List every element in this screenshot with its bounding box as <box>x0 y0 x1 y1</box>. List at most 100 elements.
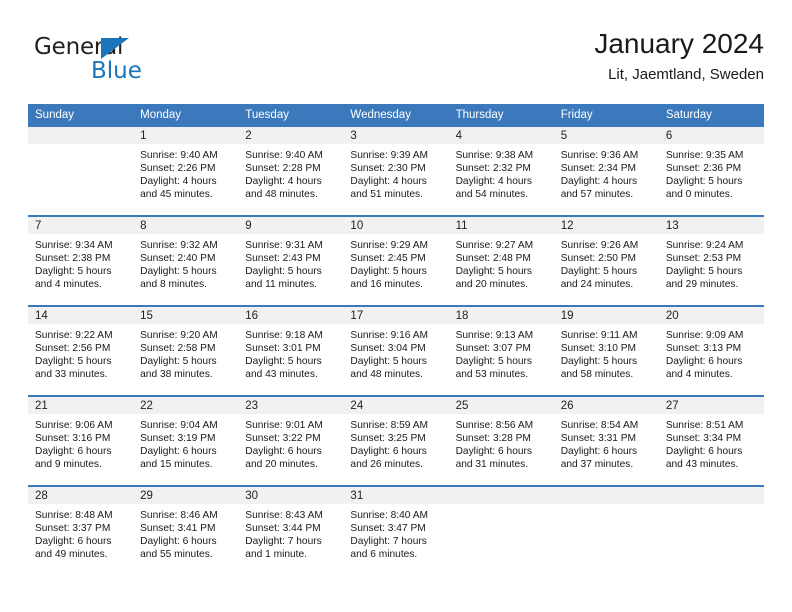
sunrise-text: Sunrise: 9:40 AM <box>245 150 323 161</box>
calendar-day-cell[interactable]: 7 Sunrise: 9:34 AM Sunset: 2:38 PM Daylight… <box>28 215 134 306</box>
day-number: 19 <box>553 307 659 324</box>
calendar-day-cell[interactable]: 28 Sunrise: 8:48 AM Sunset: 3:37 PM Dayligh… <box>28 485 134 575</box>
calendar-day-cell[interactable]: 22 Sunrise: 9:04 AM Sunset: 3:19 PM Dayligh… <box>133 395 239 486</box>
day-number: 25 <box>448 397 554 414</box>
calendar-day-cell[interactable]: 14 Sunrise: 9:22 AM Sunset: 2:56 PM Dayligh… <box>28 305 134 396</box>
daylight-text: Daylight: 5 hours <box>350 266 427 278</box>
daylight-text: Daylight: 6 hours <box>140 536 217 548</box>
calendar-day-cell[interactable] <box>28 127 134 216</box>
day-cell-content: 3 Sunrise: 9:39 AM Sunset: 2:30 PM Daylight… <box>343 127 449 215</box>
daylight-text: Daylight: 6 hours <box>140 446 217 458</box>
day-number: 18 <box>448 307 554 324</box>
calendar-day-cell[interactable]: 10 Sunrise: 9:29 AM Sunset: 2:45 PM Dayligh… <box>343 215 449 306</box>
day-cell-content: 15 Sunrise: 9:20 AM Sunset: 2:58 PM Dayligh… <box>133 307 239 395</box>
calendar-day-cell[interactable]: 8 Sunrise: 9:32 AM Sunset: 2:40 PM Daylight… <box>133 215 239 306</box>
day-details <box>554 504 659 509</box>
day-details: Sunrise: 9:06 AM Sunset: 3:16 PM Daylight:… <box>28 414 133 471</box>
calendar-day-cell[interactable]: 15 Sunrise: 9:20 AM Sunset: 2:58 PM Dayligh… <box>133 305 239 396</box>
daylight-text: and 0 minutes. <box>665 189 733 201</box>
daylight-text: and 49 minutes. <box>35 549 108 561</box>
calendar-day-cell[interactable]: 5 Sunrise: 9:36 AM Sunset: 2:34 PM Daylight… <box>553 127 659 216</box>
calendar-day-cell[interactable]: 18 Sunrise: 9:13 AM Sunset: 3:07 PM Dayligh… <box>448 305 554 396</box>
sunrise-text: Sunrise: 9:39 AM <box>350 150 429 161</box>
calendar-day-cell[interactable]: 19 Sunrise: 9:11 AM Sunset: 3:10 PM Dayligh… <box>553 305 659 396</box>
day-cell-content: 29 Sunrise: 8:46 AM Sunset: 3:41 PM Dayligh… <box>133 487 239 575</box>
sunrise-text: Sunrise: 9:40 AM <box>140 150 218 161</box>
calendar-day-cell[interactable]: 29 Sunrise: 8:46 AM Sunset: 3:41 PM Dayligh… <box>133 485 239 575</box>
day-details: Sunrise: 8:43 AM Sunset: 3:44 PM Daylight:… <box>238 504 343 561</box>
daylight-text: Daylight: 5 hours <box>140 266 217 278</box>
page-header: General Blue January 2024 Lit, Jaemtland… <box>28 26 764 98</box>
calendar-day-cell[interactable]: 1 Sunrise: 9:40 AM Sunset: 2:26 PM Daylight… <box>133 127 239 216</box>
day-details: Sunrise: 8:40 AM Sunset: 3:47 PM Daylight:… <box>343 504 448 561</box>
day-details: Sunrise: 8:59 AM Sunset: 3:25 PM Daylight:… <box>343 414 448 471</box>
day-details: Sunrise: 8:51 AM Sunset: 3:34 PM Daylight:… <box>659 414 764 471</box>
weekday-header-thursday: Thursday <box>448 104 554 127</box>
day-cell-content: 10 Sunrise: 9:29 AM Sunset: 2:45 PM Dayligh… <box>343 217 449 305</box>
day-cell-content: 9 Sunrise: 9:31 AM Sunset: 2:43 PM Daylight… <box>238 217 344 305</box>
calendar-day-cell[interactable]: 2 Sunrise: 9:40 AM Sunset: 2:28 PM Daylight… <box>238 127 344 216</box>
calendar-day-cell[interactable]: 3 Sunrise: 9:39 AM Sunset: 2:30 PM Daylight… <box>343 127 449 216</box>
day-cell-content: 17 Sunrise: 9:16 AM Sunset: 3:04 PM Dayligh… <box>343 307 449 395</box>
daylight-text: Daylight: 6 hours <box>455 446 533 458</box>
daylight-text: Daylight: 5 hours <box>245 266 322 278</box>
day-number: 2 <box>238 127 344 144</box>
calendar-day-cell[interactable]: 21 Sunrise: 9:06 AM Sunset: 3:16 PM Dayligh… <box>28 395 134 486</box>
calendar-day-cell[interactable]: 17 Sunrise: 9:16 AM Sunset: 3:04 PM Dayligh… <box>343 305 449 396</box>
sunset-text: Sunset: 2:43 PM <box>245 253 321 265</box>
day-details: Sunrise: 9:36 AM Sunset: 2:34 PM Daylight:… <box>554 144 659 201</box>
day-number: 1 <box>133 127 239 144</box>
day-number: 21 <box>28 397 134 414</box>
sunset-text: Sunset: 2:38 PM <box>35 253 111 265</box>
day-cell-content: 5 Sunrise: 9:36 AM Sunset: 2:34 PM Daylight… <box>553 127 659 215</box>
calendar-day-cell[interactable] <box>448 485 554 575</box>
calendar-day-cell[interactable]: 12 Sunrise: 9:26 AM Sunset: 2:50 PM Dayligh… <box>553 215 659 306</box>
sunset-text: Sunset: 3:34 PM <box>665 433 742 445</box>
daylight-text: Daylight: 5 hours <box>665 176 743 188</box>
daylight-text: Daylight: 7 hours <box>245 536 322 548</box>
sunrise-text: Sunrise: 9:36 AM <box>560 150 639 161</box>
sunset-text: Sunset: 2:32 PM <box>455 163 531 175</box>
calendar-day-cell[interactable] <box>553 485 659 575</box>
day-details <box>28 144 133 149</box>
calendar-day-cell[interactable]: 31 Sunrise: 8:40 AM Sunset: 3:47 PM Dayligh… <box>343 485 449 575</box>
day-number: 5 <box>553 127 659 144</box>
day-cell-content: 2 Sunrise: 9:40 AM Sunset: 2:28 PM Daylight… <box>238 127 344 215</box>
logo-text-blue: Blue <box>91 58 142 84</box>
calendar-day-cell[interactable]: 4 Sunrise: 9:38 AM Sunset: 2:32 PM Daylight… <box>448 127 554 216</box>
sunset-text: Sunset: 3:22 PM <box>245 433 321 445</box>
day-cell-content: 4 Sunrise: 9:38 AM Sunset: 2:32 PM Daylight… <box>448 127 554 215</box>
sunset-text: Sunset: 3:41 PM <box>140 523 216 535</box>
calendar-day-cell[interactable]: 20 Sunrise: 9:09 AM Sunset: 3:13 PM Dayligh… <box>658 305 764 396</box>
general-blue-logo[interactable]: General Blue <box>34 34 174 90</box>
calendar-day-cell[interactable]: 23 Sunrise: 9:01 AM Sunset: 3:22 PM Dayligh… <box>238 395 344 486</box>
calendar-day-cell[interactable]: 26 Sunrise: 8:54 AM Sunset: 3:31 PM Dayligh… <box>553 395 659 486</box>
day-details: Sunrise: 9:27 AM Sunset: 2:48 PM Daylight:… <box>449 234 554 291</box>
day-cell-content: 22 Sunrise: 9:04 AM Sunset: 3:19 PM Dayligh… <box>133 397 239 485</box>
sunset-text: Sunset: 2:28 PM <box>245 163 321 175</box>
sunset-text: Sunset: 2:56 PM <box>35 343 111 355</box>
daylight-text: and 45 minutes. <box>140 189 213 201</box>
calendar-day-cell[interactable]: 13 Sunrise: 9:24 AM Sunset: 2:53 PM Dayligh… <box>658 215 764 306</box>
sunrise-text: Sunrise: 9:29 AM <box>350 240 429 251</box>
calendar-day-cell[interactable]: 9 Sunrise: 9:31 AM Sunset: 2:43 PM Daylight… <box>238 215 344 306</box>
day-number: 11 <box>448 217 554 234</box>
calendar-day-cell[interactable]: 6 Sunrise: 9:35 AM Sunset: 2:36 PM Daylight… <box>658 127 764 216</box>
sunrise-text: Sunrise: 8:59 AM <box>350 420 429 431</box>
day-details: Sunrise: 9:04 AM Sunset: 3:19 PM Daylight:… <box>133 414 238 471</box>
day-number: 13 <box>658 217 764 234</box>
daylight-text: and 51 minutes. <box>350 189 423 201</box>
sunset-text: Sunset: 3:25 PM <box>350 433 426 445</box>
daylight-text: Daylight: 4 hours <box>455 176 533 188</box>
calendar-day-cell[interactable]: 30 Sunrise: 8:43 AM Sunset: 3:44 PM Dayligh… <box>238 485 344 575</box>
calendar-day-cell[interactable]: 16 Sunrise: 9:18 AM Sunset: 3:01 PM Dayligh… <box>238 305 344 396</box>
calendar-day-cell[interactable]: 24 Sunrise: 8:59 AM Sunset: 3:25 PM Dayligh… <box>343 395 449 486</box>
calendar-day-cell[interactable]: 11 Sunrise: 9:27 AM Sunset: 2:48 PM Dayligh… <box>448 215 554 306</box>
logo-triangle-icon <box>101 38 129 59</box>
daylight-text: Daylight: 4 hours <box>350 176 427 188</box>
day-details: Sunrise: 8:48 AM Sunset: 3:37 PM Daylight:… <box>28 504 133 561</box>
calendar-day-cell[interactable] <box>658 485 764 575</box>
calendar-day-cell[interactable]: 25 Sunrise: 8:56 AM Sunset: 3:28 PM Dayligh… <box>448 395 554 486</box>
sunrise-text: Sunrise: 9:11 AM <box>560 330 638 341</box>
calendar-day-cell[interactable]: 27 Sunrise: 8:51 AM Sunset: 3:34 PM Dayligh… <box>658 395 764 486</box>
